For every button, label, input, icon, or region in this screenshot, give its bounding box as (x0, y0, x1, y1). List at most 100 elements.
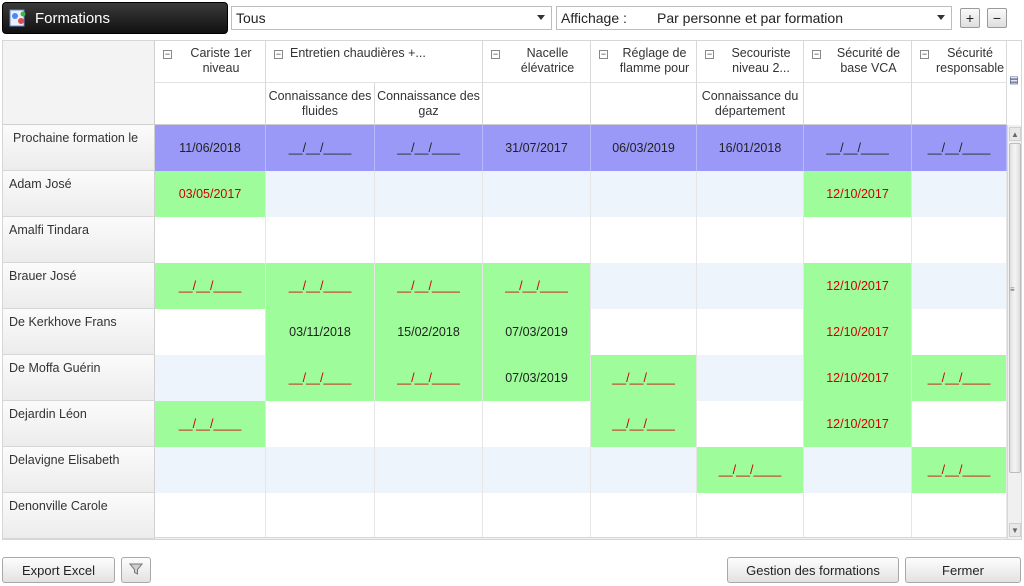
grid-cell[interactable]: 12/10/2017 (804, 401, 912, 447)
column-group-header[interactable]: − Sécurité responsable (912, 41, 1007, 83)
formations-title-button[interactable]: Formations (2, 2, 228, 34)
grid-cell[interactable] (375, 447, 483, 493)
grid-cell[interactable] (912, 263, 1007, 309)
row-header[interactable]: De Kerkhove Frans (3, 309, 155, 355)
grid-cell[interactable]: __/__/____ (266, 263, 375, 309)
manage-trainings-button[interactable]: Gestion des formations (727, 557, 899, 583)
view-mode-dropdown[interactable]: Affichage : Par personne et par formatio… (556, 6, 952, 30)
row-header[interactable]: Brauer José (3, 263, 155, 309)
grid-cell[interactable]: __/__/____ (912, 125, 1007, 171)
grid-cell[interactable] (697, 171, 804, 217)
close-button[interactable]: Fermer (905, 557, 1021, 583)
grid-cell[interactable] (266, 171, 375, 217)
grid-cell[interactable] (483, 171, 591, 217)
collapse-group-icon[interactable]: − (920, 50, 929, 59)
grid-cell[interactable] (155, 309, 266, 355)
grid-cell[interactable]: __/__/____ (266, 355, 375, 401)
column-group-header[interactable]: − Sécurité de base VCA (804, 41, 912, 83)
row-header[interactable]: Denonville Carole (3, 493, 155, 539)
grid-cell[interactable]: 12/10/2017 (804, 309, 912, 355)
column-chooser-icon[interactable]: ▤ (1008, 75, 1020, 87)
grid-cell[interactable] (266, 217, 375, 263)
grid-cell[interactable] (483, 401, 591, 447)
grid-cell[interactable]: __/__/____ (912, 355, 1007, 401)
column-group-header[interactable]: − Secouriste niveau 2... (697, 41, 804, 83)
filter-button[interactable] (121, 557, 151, 583)
collapse-group-icon[interactable]: − (812, 50, 821, 59)
grid-cell[interactable] (804, 493, 912, 539)
grid-cell[interactable] (912, 217, 1007, 263)
row-header[interactable]: Dejardin Léon (3, 401, 155, 447)
grid-cell[interactable] (912, 309, 1007, 355)
scroll-right-icon[interactable]: ▶ (990, 539, 1004, 540)
grid-cell[interactable]: 11/06/2018 (155, 125, 266, 171)
column-sub-header[interactable]: Connaissance du département (697, 83, 804, 125)
grid-cell[interactable] (483, 493, 591, 539)
grid-cell[interactable]: __/__/____ (483, 263, 591, 309)
grid-cell[interactable]: __/__/____ (375, 125, 483, 171)
grid-cell[interactable]: 07/03/2019 (483, 355, 591, 401)
grid-cell[interactable] (697, 263, 804, 309)
column-sub-header[interactable] (155, 83, 266, 125)
grid-cell[interactable]: __/__/____ (266, 125, 375, 171)
collapse-group-icon[interactable]: − (705, 50, 714, 59)
scroll-thumb[interactable] (1009, 143, 1021, 473)
column-group-header[interactable]: − Réglage de flamme pour (591, 41, 697, 83)
grid-cell[interactable] (266, 493, 375, 539)
grid-cell[interactable] (804, 217, 912, 263)
grid-cell[interactable] (155, 217, 266, 263)
grid-cell[interactable] (912, 493, 1007, 539)
grid-cell[interactable]: 12/10/2017 (804, 171, 912, 217)
grid-cell[interactable] (912, 171, 1007, 217)
collapse-group-icon[interactable]: − (274, 50, 283, 59)
grid-cell[interactable] (591, 447, 697, 493)
grid-cell[interactable] (375, 401, 483, 447)
vertical-scrollbar[interactable]: ▲ ≡ ▼ (1007, 125, 1021, 539)
expand-all-button[interactable]: + (960, 8, 980, 28)
grid-cell[interactable] (804, 447, 912, 493)
grid-cell[interactable]: __/__/____ (375, 355, 483, 401)
grid-cell[interactable] (591, 309, 697, 355)
grid-cell[interactable]: 12/10/2017 (804, 355, 912, 401)
grid-cell[interactable] (483, 447, 591, 493)
grid-cell[interactable]: __/__/____ (155, 401, 266, 447)
scroll-thumb[interactable]: III (155, 539, 723, 540)
grid-cell[interactable] (155, 355, 266, 401)
column-sub-header[interactable] (804, 83, 912, 125)
filter-dropdown[interactable]: Tous (231, 6, 552, 30)
grid-cell[interactable] (375, 171, 483, 217)
grid-cell[interactable] (697, 217, 804, 263)
column-group-header[interactable]: − Cariste 1er niveau (155, 41, 266, 83)
export-excel-button[interactable]: Export Excel (2, 557, 115, 583)
grid-cell[interactable]: __/__/____ (804, 125, 912, 171)
grid-cell[interactable]: 06/03/2019 (591, 125, 697, 171)
column-sub-header[interactable]: Connaissance des gaz (375, 83, 483, 125)
collapse-all-button[interactable]: − (987, 8, 1007, 28)
grid-cell[interactable]: 15/02/2018 (375, 309, 483, 355)
column-sub-header[interactable] (912, 83, 1007, 125)
collapse-group-icon[interactable]: − (163, 50, 172, 59)
grid-cell[interactable] (697, 493, 804, 539)
collapse-group-icon[interactable]: − (599, 50, 608, 59)
grid-cell[interactable] (155, 447, 266, 493)
grid-cell[interactable] (375, 217, 483, 263)
scroll-down-icon[interactable]: ▼ (1009, 523, 1021, 537)
horizontal-scrollbar[interactable]: III ▶ (155, 537, 1007, 540)
column-sub-header[interactable] (591, 83, 697, 125)
grid-cell[interactable]: 07/03/2019 (483, 309, 591, 355)
grid-cell[interactable] (483, 217, 591, 263)
grid-cell[interactable]: __/__/____ (912, 447, 1007, 493)
grid-cell[interactable] (266, 401, 375, 447)
column-group-header[interactable]: − Entretien chaudières +... (266, 41, 483, 83)
grid-cell[interactable]: __/__/____ (375, 263, 483, 309)
grid-cell[interactable] (912, 401, 1007, 447)
grid-cell[interactable]: 03/05/2017 (155, 171, 266, 217)
grid-cell[interactable] (697, 401, 804, 447)
grid-cell[interactable] (697, 309, 804, 355)
column-group-header[interactable]: − Nacelle élévatrice (483, 41, 591, 83)
grid-cell[interactable]: __/__/____ (591, 355, 697, 401)
grid-cell[interactable] (591, 263, 697, 309)
column-sub-header[interactable]: Connaissance des fluides (266, 83, 375, 125)
grid-cell[interactable] (591, 171, 697, 217)
collapse-group-icon[interactable]: − (491, 50, 500, 59)
